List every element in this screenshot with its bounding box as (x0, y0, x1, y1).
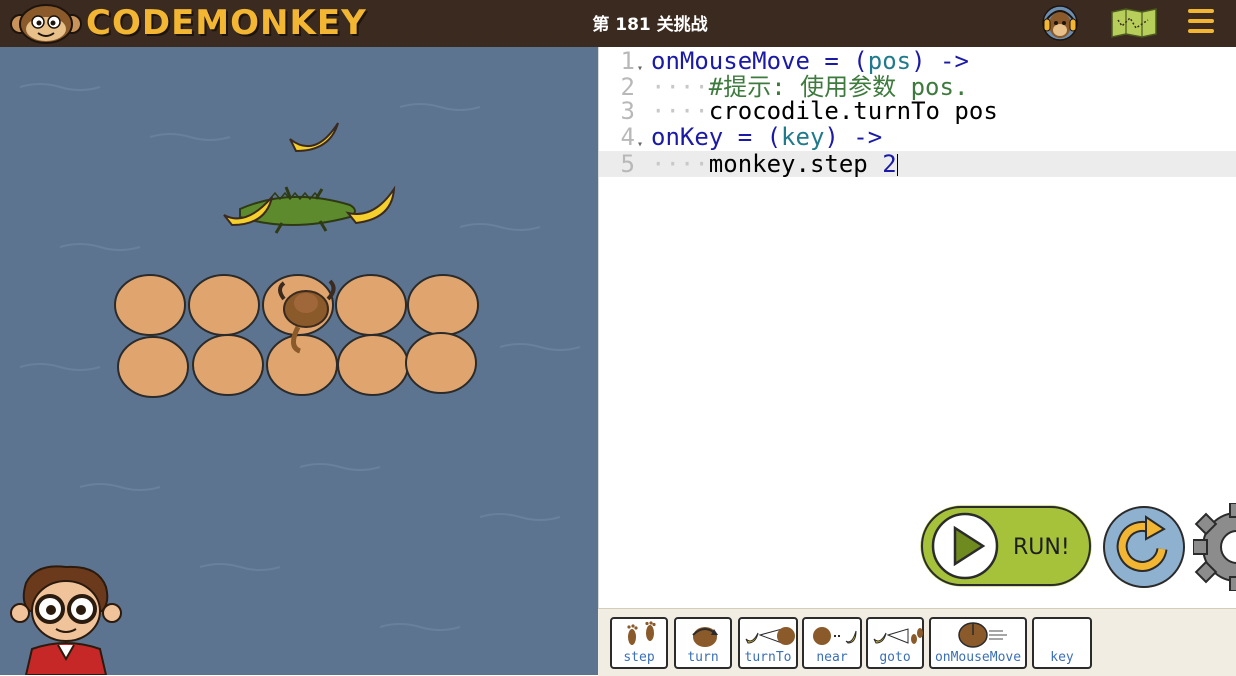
level-title-text: 第 181 关挑战 (592, 15, 708, 35)
code-token: key (781, 123, 825, 151)
tool-label: goto (879, 650, 911, 665)
tool-turnTo[interactable]: turnTo (738, 617, 798, 669)
indent-dots: ···· (651, 97, 709, 125)
tool-label: turnTo (744, 650, 792, 665)
code-line-active[interactable]: 5 ····monkey.step 2 (599, 151, 1236, 177)
tool-label: near (816, 650, 848, 665)
indent-dots: ···· (651, 150, 709, 178)
reset-arrow-icon[interactable] (1100, 503, 1188, 591)
menu-bar (1188, 19, 1214, 23)
line-number: 4 (620, 123, 635, 151)
code-token: crocodile.turnTo pos (708, 97, 998, 125)
code-token: = ( (723, 123, 782, 151)
code-token: ) -> (911, 47, 969, 75)
line-number: 5 (620, 150, 635, 178)
text-cursor (896, 154, 898, 176)
run-label: RUN! (1013, 535, 1070, 560)
game-canvas[interactable] (0, 47, 598, 675)
command-toolbox: step turn turnTo near goto onMouseMove k… (598, 608, 1236, 676)
code-token: ) -> (824, 123, 883, 151)
guide-character (10, 565, 122, 675)
menu-bar (1188, 9, 1214, 13)
tool-key[interactable]: key (1032, 617, 1092, 669)
monkey-turn-icon (692, 627, 718, 647)
goto-icon (873, 628, 923, 644)
tool-near[interactable]: near (802, 617, 862, 669)
hamburger-menu-icon[interactable] (1188, 9, 1214, 37)
monkey-headphones-icon[interactable] (1041, 3, 1079, 43)
code-line[interactable]: 1 ▾ onMouseMove = (pos) -> (599, 48, 1236, 74)
line-number: 3 (620, 97, 635, 125)
tool-onMouseMove[interactable]: onMouseMove (929, 617, 1027, 669)
code-token: onKey (651, 123, 724, 151)
code-line[interactable]: 3 ····crocodile.turnTo pos (599, 98, 1236, 124)
tool-label: turn (687, 650, 719, 665)
near-icon (813, 627, 857, 645)
tool-label: onMouseMove (934, 650, 1022, 665)
tool-label: step (623, 650, 655, 665)
gear-icon[interactable] (1193, 503, 1236, 591)
code-token: onMouseMove (651, 47, 810, 75)
turnto-icon (745, 627, 795, 645)
code-token: monkey.step (708, 150, 883, 178)
code-token: pos (867, 47, 912, 75)
tool-turn[interactable]: turn (674, 617, 732, 669)
mouse-icon (958, 622, 1007, 648)
footprints-icon (627, 621, 656, 645)
menu-bar (1188, 29, 1214, 33)
top-bar: CODEMONKEY 第 181 关挑战 (0, 0, 1236, 47)
tool-label: key (1050, 650, 1074, 665)
tool-goto[interactable]: goto (866, 617, 924, 669)
line-number: 1 (620, 47, 635, 75)
code-line[interactable]: 4 ▾ onKey = (key) -> (599, 124, 1236, 150)
tool-step[interactable]: step (610, 617, 668, 669)
map-icon[interactable] (1110, 8, 1158, 38)
code-token: = ( (809, 47, 868, 75)
code-number: 2 (882, 150, 897, 178)
run-button[interactable]: RUN! (917, 502, 1095, 590)
